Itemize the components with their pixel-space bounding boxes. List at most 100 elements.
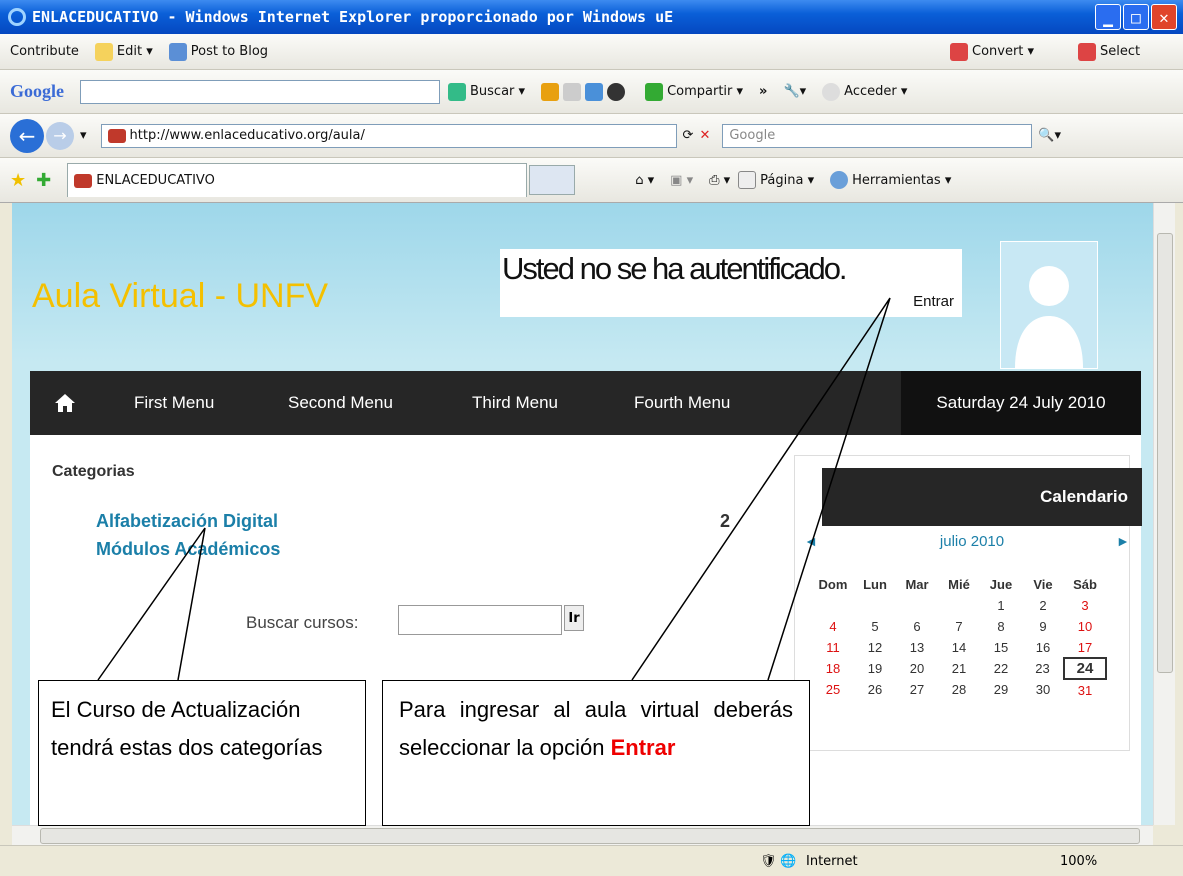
calendar-day[interactable]: 27 [896, 679, 938, 700]
more-chevron-icon[interactable]: » [759, 84, 767, 99]
rss-icon[interactable]: ▣ ▾ [670, 173, 693, 188]
entrar-link[interactable]: Entrar [913, 293, 954, 310]
close-button[interactable]: ✕ [1151, 4, 1177, 30]
history-dropdown-icon[interactable]: ▾ [80, 128, 87, 143]
favorites-star-icon[interactable]: ★ [10, 170, 26, 191]
calendar-day[interactable]: 1 [980, 595, 1022, 616]
edit-icon [94, 42, 113, 61]
add-favorites-icon[interactable]: ✚ [36, 170, 51, 191]
calendar-day[interactable]: 23 [1022, 658, 1064, 679]
compartir-button[interactable]: Compartir ▾ [645, 82, 743, 101]
edit-button[interactable]: Edit ▾ [94, 42, 153, 61]
address-bar: ← → ▾ http://www.enlaceducativo.org/aula… [0, 114, 1183, 158]
nav-second-menu[interactable]: Second Menu [288, 393, 393, 413]
toolbar-icons[interactable] [541, 82, 629, 101]
calendar-day[interactable]: 13 [896, 637, 938, 658]
site-title: Aula Virtual - UNFV [32, 277, 329, 315]
calendar-day[interactable]: 7 [938, 616, 980, 637]
calendar-day[interactable]: 2 [1022, 595, 1064, 616]
url-input[interactable]: http://www.enlaceducativo.org/aula/ [100, 123, 677, 148]
calendar-day[interactable]: 31 [1064, 679, 1106, 700]
calendar-day[interactable]: 30 [1022, 679, 1064, 700]
calendar-day[interactable]: 22 [980, 658, 1022, 679]
print-icon[interactable]: ⎙ ▾ [709, 173, 730, 188]
site-favicon-icon [107, 128, 126, 143]
forward-button[interactable]: → [46, 121, 74, 150]
calendar-day[interactable]: 17 [1064, 637, 1106, 658]
google-search-input[interactable] [80, 79, 440, 104]
calendar-nav: ◄ julio 2010 ► [802, 533, 1142, 557]
ie-logo-icon [8, 8, 26, 26]
calendar-day[interactable]: 26 [854, 679, 896, 700]
minimize-button[interactable]: ▁ [1095, 4, 1121, 30]
contribute-button[interactable]: Contribute [10, 44, 79, 59]
nav-first-menu[interactable]: First Menu [134, 393, 214, 413]
calendar-day[interactable]: 18 [812, 658, 854, 679]
calendar-weekday: Jue [989, 576, 1013, 592]
right-callout-text: Para ingresar al aula virtual deberás se… [399, 697, 793, 760]
left-callout: El Curso de Actualización tendrá estas d… [38, 680, 366, 826]
calendar-day[interactable]: 25 [812, 679, 854, 700]
category-count: 2 [720, 511, 731, 531]
search-icon[interactable]: 🔍▾ [1038, 128, 1061, 143]
right-callout: Para ingresar al aula virtual deberás se… [382, 680, 810, 826]
calendar-day[interactable]: 3 [1064, 595, 1106, 616]
calendar-day[interactable]: 28 [938, 679, 980, 700]
select-button[interactable]: Select [1078, 42, 1140, 61]
calendar-weekday: Lun [863, 576, 887, 592]
buscar-button[interactable]: Buscar ▾ [448, 82, 525, 101]
tab-active[interactable]: ENLACEDUCATIVO [67, 163, 528, 197]
back-button[interactable]: ← [10, 118, 44, 153]
calendar-prev-arrow-icon[interactable]: ◄ [804, 533, 818, 549]
nav-third-menu[interactable]: Third Menu [472, 393, 558, 413]
refresh-button[interactable]: ⟳ [683, 128, 694, 143]
home-icon[interactable] [54, 393, 76, 418]
calendar-weekday: Mié [948, 576, 970, 592]
search-courses-input[interactable] [398, 605, 562, 635]
search-go-button[interactable]: Ir [564, 605, 584, 631]
convert-button[interactable]: Convert ▾ [950, 42, 1034, 61]
calendar-weekday: Mar [905, 576, 929, 592]
calendar-next-arrow-icon[interactable]: ► [1116, 533, 1130, 549]
calendar-day[interactable]: 21 [938, 658, 980, 679]
security-icon: 🛡 [760, 854, 777, 869]
pagina-menu[interactable]: Página ▾ [738, 171, 814, 189]
category-modulos[interactable]: Módulos Académicos [96, 539, 280, 560]
calendar-day[interactable]: 19 [854, 658, 896, 679]
calendar-day[interactable]: 5 [854, 616, 896, 637]
wrench-icon[interactable]: 🔧▾ [783, 84, 806, 99]
vertical-scrollbar[interactable] [1153, 203, 1175, 825]
stop-button[interactable]: ✕ [699, 128, 710, 143]
calendar-day[interactable]: 6 [896, 616, 938, 637]
calendar-day-today[interactable]: 24 [1063, 657, 1107, 680]
home-icon[interactable]: ⌂ ▾ [635, 173, 654, 188]
calendar-day[interactable]: 10 [1064, 616, 1106, 637]
page-icon [738, 171, 757, 189]
calendar-day[interactable]: 14 [938, 637, 980, 658]
acceder-button[interactable]: Acceder ▾ [822, 82, 907, 101]
blog-icon [168, 42, 187, 61]
calendar-month[interactable]: julio 2010 [922, 533, 1022, 550]
zoom-level[interactable]: 100% [1060, 854, 1097, 869]
calendar-day[interactable]: 9 [1022, 616, 1064, 637]
calendar-day[interactable]: 4 [812, 616, 854, 637]
calendar-day[interactable]: 12 [854, 637, 896, 658]
calendar-day[interactable]: 16 [1022, 637, 1064, 658]
horizontal-scrollbar[interactable] [12, 825, 1153, 845]
herramientas-menu[interactable]: Herramientas ▾ [830, 171, 951, 189]
status-bar: 🛡 🌐 Internet 100% [0, 845, 1183, 876]
category-alfabetizacion[interactable]: Alfabetización Digital [96, 511, 278, 532]
new-tab-button[interactable] [529, 165, 576, 195]
maximize-button[interactable]: □ [1123, 4, 1149, 30]
calendar-day[interactable]: 20 [896, 658, 938, 679]
post-to-blog-button[interactable]: Post to Blog [168, 42, 268, 61]
search-box[interactable]: Google [722, 123, 1033, 148]
calendar-day[interactable]: 29 [980, 679, 1022, 700]
calendar-table: Dom Lun Mar Mié Jue Vie Sáb 1 2 3 4 5 6 7 8 9 10 11 12 13 1… [812, 573, 1107, 700]
calendar-day[interactable]: 15 [980, 637, 1022, 658]
calendar-day [854, 595, 896, 616]
categories-heading: Categorias [52, 463, 135, 480]
nav-fourth-menu[interactable]: Fourth Menu [634, 393, 730, 413]
calendar-day[interactable]: 11 [812, 637, 854, 658]
calendar-day[interactable]: 8 [980, 616, 1022, 637]
